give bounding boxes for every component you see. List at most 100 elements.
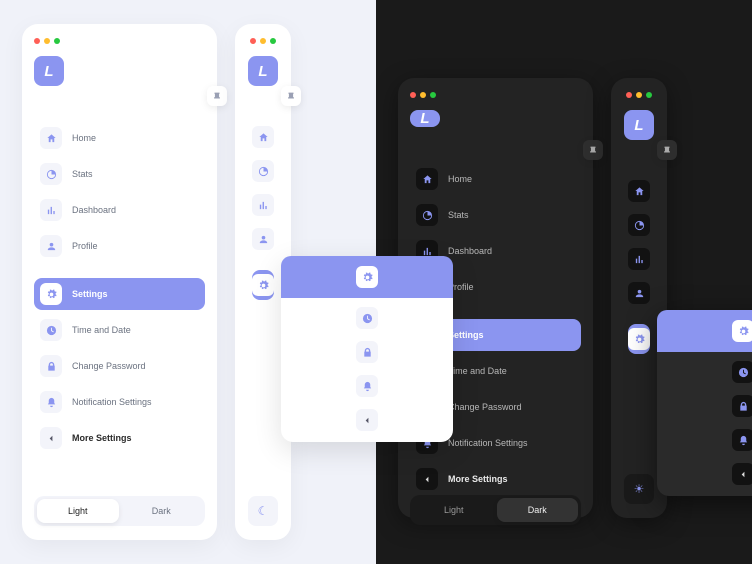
theme-toggle[interactable]: Light Dark bbox=[410, 495, 581, 525]
home-icon bbox=[40, 127, 62, 149]
nav-item-notification-settings[interactable]: Notification Settings bbox=[663, 424, 752, 456]
bell-icon bbox=[40, 391, 62, 413]
nav-item-label: Time and Date bbox=[72, 325, 131, 335]
nav-item-label: Settings bbox=[448, 330, 484, 340]
more-icon bbox=[732, 463, 752, 485]
theme-toggle-icon[interactable]: ☀ bbox=[624, 474, 654, 504]
lock-icon bbox=[356, 341, 378, 363]
app-logo: L bbox=[624, 110, 654, 140]
nav-item-settings[interactable]: Settings bbox=[628, 324, 650, 354]
nav-item-dashboard[interactable]: Dashboard bbox=[252, 190, 274, 220]
nav-item-more-settings[interactable]: More Settings bbox=[410, 463, 581, 495]
nav-item-change-password[interactable]: Change Password bbox=[287, 336, 447, 368]
nav-item-profile[interactable]: Profile bbox=[252, 224, 274, 254]
nav-item-time-and-date[interactable]: Time and Date bbox=[287, 302, 447, 334]
nav-item-dashboard[interactable]: Dashboard bbox=[628, 244, 650, 274]
clock-icon bbox=[356, 307, 378, 329]
nav-item-more-settings[interactable]: More Settings bbox=[663, 458, 752, 490]
user-icon bbox=[628, 282, 650, 304]
lock-icon bbox=[732, 395, 752, 417]
nav-item-home[interactable]: Home bbox=[34, 122, 205, 154]
nav-item-profile[interactable]: Profile bbox=[628, 278, 650, 308]
nav-item-label: Settings bbox=[72, 289, 108, 299]
theme-light-button[interactable]: Light bbox=[37, 499, 119, 523]
collapse-toggle[interactable] bbox=[583, 140, 603, 160]
app-logo: L bbox=[410, 110, 440, 127]
nav-item-stats[interactable]: Stats bbox=[34, 158, 205, 190]
nav-item-home[interactable]: Home bbox=[410, 163, 581, 195]
settings-flyout: Settings Time and DateChange PasswordNoti… bbox=[657, 310, 752, 496]
window-controls bbox=[250, 38, 276, 44]
nav-item-stats[interactable]: Stats bbox=[252, 156, 274, 186]
theme-toggle[interactable]: Light Dark bbox=[34, 496, 205, 526]
app-logo: L bbox=[34, 56, 64, 86]
nav-item-more-settings[interactable]: More Settings bbox=[287, 404, 447, 436]
nav-item-label: More Settings bbox=[448, 474, 508, 484]
nav-menu: Home Stats Dashboard Profile Settings bbox=[628, 176, 650, 354]
nav-item-settings[interactable]: Settings bbox=[34, 278, 205, 310]
sidebar-collapsed-dark: L Home Stats Dashboard Profile Settings Sett… bbox=[611, 78, 667, 518]
nav-item-label: Change Password bbox=[72, 361, 146, 371]
bell-icon bbox=[356, 375, 378, 397]
theme-toggle-icon[interactable]: ☾ bbox=[248, 496, 278, 526]
nav-item-profile[interactable]: Profile bbox=[34, 230, 205, 262]
nav-item-time-and-date[interactable]: Time and Date bbox=[663, 356, 752, 388]
theme-dark-button[interactable]: Dark bbox=[121, 499, 203, 523]
theme-light-button[interactable]: Light bbox=[413, 498, 495, 522]
gear-icon bbox=[252, 274, 274, 296]
bars-icon bbox=[628, 248, 650, 270]
nav-item-label: Home bbox=[448, 174, 472, 184]
clock-icon bbox=[732, 361, 752, 383]
more-icon bbox=[416, 468, 438, 490]
nav-menu: Home Stats Dashboard Profile Settings bbox=[252, 122, 274, 300]
more-icon bbox=[356, 409, 378, 431]
sidebar-expanded-light: L Home Stats Dashboard Profile Settings Time … bbox=[22, 24, 217, 540]
user-icon bbox=[40, 235, 62, 257]
nav-item-stats[interactable]: Stats bbox=[628, 210, 650, 240]
nav-item-label: Profile bbox=[72, 241, 98, 251]
home-icon bbox=[416, 168, 438, 190]
home-icon bbox=[628, 180, 650, 202]
window-controls bbox=[410, 92, 581, 98]
pie-icon bbox=[628, 214, 650, 236]
clock-icon bbox=[40, 319, 62, 341]
nav-item-more-settings[interactable]: More Settings bbox=[34, 422, 205, 454]
nav-item-settings[interactable]: Settings bbox=[657, 310, 752, 352]
expand-toggle[interactable] bbox=[657, 140, 677, 160]
nav-item-label: Stats bbox=[72, 169, 93, 179]
nav-item-notification-settings[interactable]: Notification Settings bbox=[287, 370, 447, 402]
home-icon bbox=[252, 126, 274, 148]
nav-item-label: Notification Settings bbox=[72, 397, 152, 407]
lock-icon bbox=[40, 355, 62, 377]
theme-dark-button[interactable]: Dark bbox=[497, 498, 579, 522]
nav-item-home[interactable]: Home bbox=[628, 176, 650, 206]
nav-item-home[interactable]: Home bbox=[252, 122, 274, 152]
nav-item-change-password[interactable]: Change Password bbox=[663, 390, 752, 422]
nav-item-settings[interactable]: Settings bbox=[252, 270, 274, 300]
nav-item-label: More Settings bbox=[72, 433, 132, 443]
nav-item-stats[interactable]: Stats bbox=[410, 199, 581, 231]
more-icon bbox=[40, 427, 62, 449]
nav-item-settings[interactable]: Settings bbox=[281, 256, 453, 298]
nav-item-label: Stats bbox=[448, 210, 469, 220]
nav-item-label: Change Password bbox=[448, 402, 522, 412]
nav-item-label: Time and Date bbox=[448, 366, 507, 376]
nav-item-notification-settings[interactable]: Notification Settings bbox=[34, 386, 205, 418]
user-icon bbox=[252, 228, 274, 250]
nav-item-time-and-date[interactable]: Time and Date bbox=[34, 314, 205, 346]
bars-icon bbox=[252, 194, 274, 216]
sidebar-collapsed-light: L Home Stats Dashboard Profile Settings Sett… bbox=[235, 24, 291, 540]
nav-item-label: Notification Settings bbox=[448, 438, 528, 448]
window-controls bbox=[34, 38, 205, 44]
collapse-toggle[interactable] bbox=[207, 86, 227, 106]
nav-item-dashboard[interactable]: Dashboard bbox=[34, 194, 205, 226]
pie-icon bbox=[40, 163, 62, 185]
expand-toggle[interactable] bbox=[281, 86, 301, 106]
nav-item-label: Home bbox=[72, 133, 96, 143]
nav-item-change-password[interactable]: Change Password bbox=[34, 350, 205, 382]
nav-item-label: Dashboard bbox=[448, 246, 492, 256]
bars-icon bbox=[40, 199, 62, 221]
pie-icon bbox=[252, 160, 274, 182]
app-logo: L bbox=[248, 56, 278, 86]
gear-icon bbox=[732, 320, 752, 342]
